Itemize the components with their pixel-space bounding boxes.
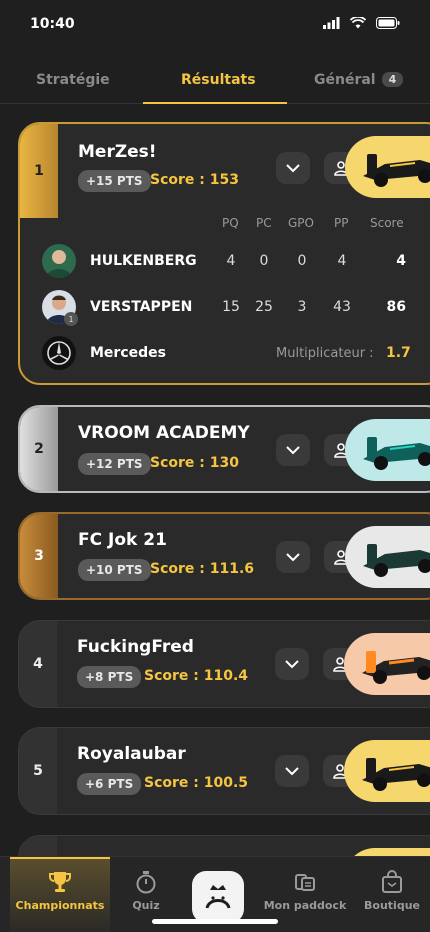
home-indicator bbox=[152, 919, 278, 924]
points-gained-badge: +10 PTS bbox=[78, 559, 151, 581]
team-score: Score : 100.5 bbox=[144, 775, 249, 791]
nav-boutique[interactable]: Boutique bbox=[342, 869, 430, 912]
driver-name: VERSTAPPEN bbox=[90, 299, 193, 315]
driver-pq: 4 bbox=[226, 253, 236, 269]
tab-general-label: Général bbox=[314, 72, 376, 88]
rank-badge: 3 bbox=[20, 514, 58, 598]
points-gained-badge: +8 PTS bbox=[77, 666, 142, 688]
nav-quiz[interactable]: Quiz bbox=[96, 869, 196, 912]
team-name: FuckingFred bbox=[77, 637, 194, 657]
tab-resultats[interactable]: Résultats bbox=[181, 72, 256, 88]
multiplier-value: 1.7 bbox=[386, 345, 411, 361]
center-crown-button[interactable] bbox=[192, 871, 244, 923]
team-name: MerZes! bbox=[78, 142, 157, 162]
car-image bbox=[345, 526, 430, 588]
tab-general-badge: 4 bbox=[381, 72, 404, 87]
driver-avatar bbox=[42, 244, 76, 278]
driver-row: HULKENBERG 4 0 0 4 4 bbox=[42, 244, 422, 280]
shopping-bag-icon bbox=[382, 870, 402, 893]
crown-face-icon bbox=[205, 885, 231, 909]
expand-button[interactable] bbox=[275, 648, 309, 680]
driver-gpo: 0 bbox=[297, 253, 307, 269]
expand-button[interactable] bbox=[275, 755, 309, 787]
team-card-3[interactable]: 3 FC Jok 21 +10 PTS Score : 111.6 bbox=[18, 512, 430, 600]
expand-button[interactable] bbox=[276, 434, 310, 466]
nav-boutique-label: Boutique bbox=[364, 899, 420, 912]
team-score: Score : 153 bbox=[150, 172, 239, 188]
rank-badge: 1 bbox=[20, 124, 58, 218]
status-bar: 10:40 bbox=[0, 0, 430, 50]
driver-name: HULKENBERG bbox=[90, 253, 197, 269]
driver-gpo: 3 bbox=[297, 299, 307, 315]
bottom-nav: Championnats Quiz Mon paddock Boutique bbox=[0, 856, 430, 932]
team-score: Score : 130 bbox=[150, 455, 239, 471]
stopwatch-icon bbox=[136, 871, 156, 894]
driver-bonus-badge: 1 bbox=[64, 312, 78, 326]
team-score: Score : 111.6 bbox=[150, 561, 255, 577]
battery-icon bbox=[376, 17, 400, 29]
header-pp: PP bbox=[334, 216, 349, 230]
driver-score: 86 bbox=[386, 299, 406, 315]
driver-pp: 4 bbox=[337, 253, 347, 269]
points-gained-badge: +12 PTS bbox=[78, 453, 151, 475]
chevron-down-icon bbox=[285, 659, 299, 668]
team-name: Royalaubar bbox=[77, 744, 186, 764]
points-gained-badge: +6 PTS bbox=[77, 773, 142, 795]
tab-active-indicator bbox=[143, 102, 287, 104]
tab-general[interactable]: Général 4 bbox=[314, 72, 404, 88]
driver-row: 1 VERSTAPPEN 15 25 3 43 86 bbox=[42, 290, 422, 326]
constructor-name: Mercedes bbox=[90, 345, 166, 361]
header-gpo: GPO bbox=[288, 216, 314, 230]
car-image bbox=[345, 136, 430, 198]
team-card-2[interactable]: 2 VROOM ACADEMY +12 PTS Score : 130 bbox=[18, 405, 430, 493]
team-name: FC Jok 21 bbox=[78, 530, 167, 550]
car-image bbox=[345, 419, 430, 481]
rank-badge: 5 bbox=[19, 728, 57, 814]
team-score: Score : 110.4 bbox=[144, 668, 249, 684]
driver-pp: 43 bbox=[333, 299, 351, 315]
header-pc: PC bbox=[256, 216, 272, 230]
car-image bbox=[344, 633, 430, 695]
driver-score: 4 bbox=[396, 253, 406, 269]
tab-bar: Stratégie Résultats Général 4 bbox=[0, 58, 430, 104]
trophy-icon bbox=[49, 872, 71, 892]
team-card-5[interactable]: 5 Royalaubar +6 PTS Score : 100.5 bbox=[18, 727, 430, 815]
multiplier-label: Multiplicateur : bbox=[276, 346, 374, 361]
chevron-down-icon bbox=[286, 445, 300, 454]
constructor-row: Mercedes Multiplicateur : 1.7 bbox=[42, 336, 422, 372]
wifi-icon bbox=[350, 17, 366, 29]
points-gained-badge: +15 PTS bbox=[78, 170, 151, 192]
rank-badge: 2 bbox=[20, 407, 58, 491]
header-score: Score bbox=[370, 216, 404, 230]
mercedes-logo-icon bbox=[42, 336, 76, 370]
car-image bbox=[344, 740, 430, 802]
driver-pq: 15 bbox=[222, 299, 240, 315]
driver-pc: 0 bbox=[259, 253, 269, 269]
expand-button[interactable] bbox=[276, 541, 310, 573]
status-icons bbox=[323, 17, 400, 29]
tab-strategie[interactable]: Stratégie bbox=[36, 72, 110, 88]
rank-badge: 4 bbox=[19, 621, 57, 707]
chevron-down-icon bbox=[286, 552, 300, 561]
team-name: VROOM ACADEMY bbox=[78, 423, 250, 443]
driver-pc: 25 bbox=[255, 299, 273, 315]
nav-championnats-label: Championnats bbox=[15, 899, 105, 912]
nav-quiz-label: Quiz bbox=[132, 899, 160, 912]
team-card-4[interactable]: 4 FuckingFred +8 PTS Score : 110.4 bbox=[18, 620, 430, 708]
signal-icon bbox=[323, 17, 340, 29]
garage-icon bbox=[295, 874, 315, 891]
chevron-down-icon bbox=[285, 766, 299, 775]
team-card-1[interactable]: 1 MerZes! +15 PTS Score : 153 PQ PC GPO … bbox=[18, 122, 430, 385]
chevron-up-icon bbox=[286, 163, 300, 172]
nav-mon-paddock[interactable]: Mon paddock bbox=[255, 869, 355, 912]
status-time: 10:40 bbox=[30, 16, 75, 32]
nav-championnats[interactable]: Championnats bbox=[10, 869, 110, 912]
header-pq: PQ bbox=[222, 216, 239, 230]
expand-button[interactable] bbox=[276, 152, 310, 184]
nav-mon-paddock-label: Mon paddock bbox=[263, 899, 347, 912]
